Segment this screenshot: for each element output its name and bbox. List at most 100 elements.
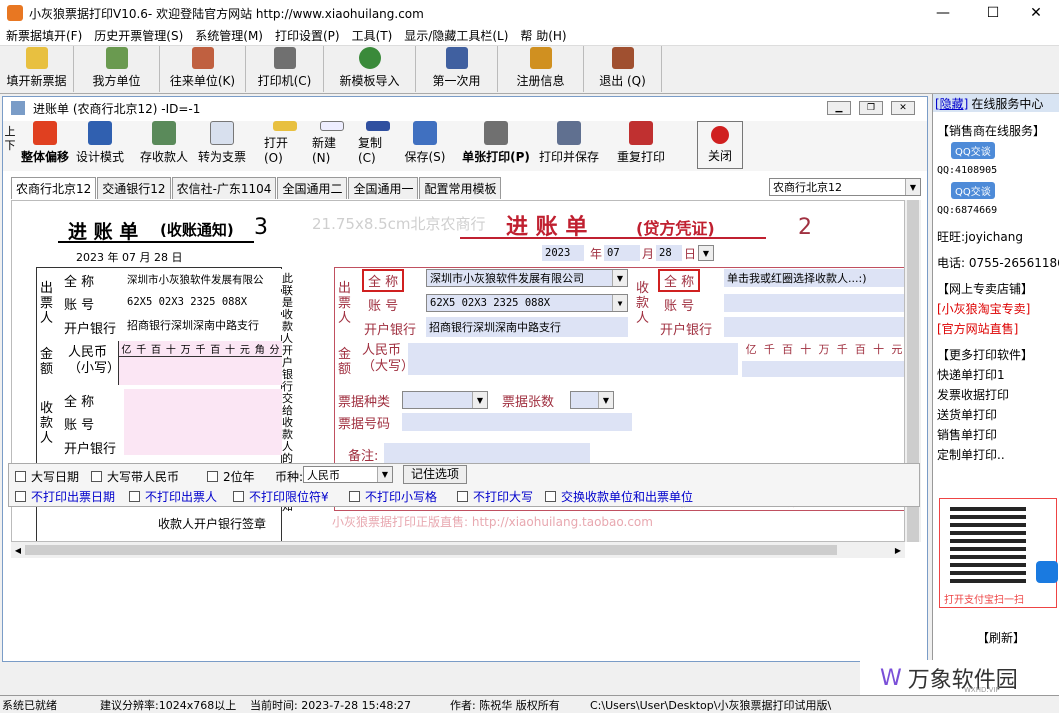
ticket-type-select[interactable]: ▼	[402, 391, 488, 409]
no-print-payer-checkbox[interactable]: 不打印出票人	[129, 488, 217, 505]
close-form-button[interactable]: 关闭	[697, 121, 743, 169]
right-copy-number: 2	[798, 215, 812, 240]
copy-button[interactable]: 复制(C)	[355, 121, 401, 169]
more-link-sales[interactable]: 销售单打印	[933, 424, 1059, 444]
sales-title: 【销售商在线服务】	[937, 123, 1046, 138]
digit-label: 千	[836, 343, 848, 356]
horizontal-scrollbar[interactable]: ◀ ▶	[11, 542, 905, 558]
print-save-button[interactable]: 打印并保存	[535, 121, 603, 169]
doc-close-button[interactable]: ✕	[891, 101, 915, 115]
new-ticket-button[interactable]: 填开新票据	[0, 46, 74, 92]
menu-help[interactable]: 帮 助(H)	[514, 27, 572, 44]
official-site-link[interactable]: [官方网站直售]	[933, 318, 1059, 338]
right-payer-bank-field[interactable]: 招商银行深圳深南中路支行	[426, 317, 628, 337]
reprint-button[interactable]: 重复打印	[609, 121, 673, 169]
right-payer-name-label[interactable]: 全 称	[362, 269, 405, 292]
ticket-count-select[interactable]: ▼	[570, 391, 614, 409]
menu-tools[interactable]: 工具(T)	[346, 27, 399, 44]
left-bank-label: 开户银行	[64, 322, 117, 337]
printer-button[interactable]: 打印机(C)	[246, 46, 324, 92]
right-payer-name-select[interactable]: 深圳市小灰狼软件发展有限公司 ▼	[426, 269, 628, 287]
menu-history[interactable]: 历史开票管理(S)	[88, 27, 189, 44]
no-print-big-checkbox[interactable]: 不打印大写	[457, 488, 533, 505]
right-payer-account-select[interactable]: 62X5 02X3 2325 088X ▼	[426, 294, 628, 312]
register-button[interactable]: 注册信息	[498, 46, 584, 92]
new-button[interactable]: 新建(N)	[309, 121, 355, 169]
save-button[interactable]: 保存(S)	[401, 121, 449, 169]
document-title-bar: 进账单 (农商行北京12) -ID=-1 ▁ ❐ ✕	[3, 97, 927, 119]
wangwang-id: 旺旺:joyichang	[937, 229, 1023, 244]
more-link-delivery[interactable]: 送货单打印	[933, 404, 1059, 424]
offset-button[interactable]: 整体偏移	[17, 121, 73, 169]
big-rmb-checkbox[interactable]: 大写带人民币	[91, 468, 179, 485]
tab-template-6[interactable]: 配置常用模板	[419, 177, 502, 199]
qq-chat-button-2[interactable]: QQ交谈	[933, 180, 1059, 200]
tab-template-2[interactable]: 交通银行12	[97, 177, 171, 199]
hide-sidebar-link[interactable]: [隐藏]	[935, 95, 968, 112]
right-payer-account-label: 账 号	[368, 299, 399, 314]
menu-new[interactable]: 新票据填开(F)	[0, 27, 88, 44]
right-day-field[interactable]: 28	[656, 245, 682, 261]
right-amount-label: 金额	[338, 347, 352, 377]
digit-label: 百	[210, 345, 221, 356]
tab-template-3[interactable]: 农信社-广东1104	[171, 177, 277, 199]
big-date-checkbox[interactable]: 大写日期	[15, 468, 79, 485]
tab-template-1[interactable]: 农商行北京12	[11, 177, 97, 199]
open-button[interactable]: 打开(O)	[261, 121, 309, 169]
two-digit-year-checkbox[interactable]: 2位年	[207, 468, 255, 485]
left-title-underline	[58, 241, 254, 243]
scroll-left-icon[interactable]: ◀	[11, 546, 25, 555]
move-icon	[33, 121, 57, 145]
swap-units-checkbox[interactable]: 交换收款单位和出票单位	[545, 488, 693, 505]
digit-label: 千	[763, 343, 775, 356]
template-select[interactable]: 农商行北京12 ▼	[769, 178, 921, 196]
menu-system[interactable]: 系统管理(M)	[189, 27, 269, 44]
no-print-date-checkbox[interactable]: 不打印出票日期	[15, 488, 115, 505]
partner-unit-button[interactable]: 往来单位(K)	[160, 46, 246, 92]
qq-chat-button-1[interactable]: QQ交谈	[933, 140, 1059, 160]
brand-url: WXHD.VIP	[964, 686, 1000, 694]
our-unit-button[interactable]: 我方单位	[74, 46, 160, 92]
right-amount-big-field[interactable]	[408, 343, 738, 375]
more-link-custom[interactable]: 定制单打印..	[933, 444, 1059, 464]
doc-restore-button[interactable]: ❐	[859, 101, 883, 115]
more-link-invoice[interactable]: 发票收据打印	[933, 384, 1059, 404]
maximize-button[interactable]: ☐	[970, 0, 1016, 26]
right-year-field[interactable]: 2023	[542, 245, 584, 261]
tab-template-4[interactable]: 全国通用二	[277, 177, 348, 199]
digit-label: 十	[165, 345, 176, 356]
more-link-express[interactable]: 快递单打印1	[933, 364, 1059, 384]
remember-options-button[interactable]: 记住选项	[403, 465, 467, 484]
right-payee-name-label[interactable]: 全 称	[658, 269, 701, 292]
tab-template-5[interactable]: 全国通用一	[348, 177, 419, 199]
date-picker-button[interactable]: ▼	[698, 245, 714, 261]
right-payee-bank-field[interactable]	[724, 317, 904, 337]
left-payee-bank-label: 开户银行	[64, 442, 117, 457]
close-button[interactable]: ✕	[1013, 0, 1059, 26]
exit-button[interactable]: 退出 (Q)	[584, 46, 662, 92]
no-print-limit-checkbox[interactable]: 不打印限位符¥	[233, 488, 329, 505]
scroll-updown[interactable]: 上 下	[3, 121, 17, 171]
right-payee-name-field[interactable]: 单击我或红圈选择收款人...:)	[724, 269, 904, 287]
right-payee-account-field[interactable]	[724, 294, 904, 312]
design-mode-button[interactable]: 设计模式	[73, 121, 127, 169]
right-amount-small-field[interactable]	[742, 361, 904, 377]
refresh-link[interactable]: 【刷新】	[977, 629, 1025, 646]
taobao-link[interactable]: [小灰狼淘宝专卖]	[933, 298, 1059, 318]
first-use-button[interactable]: 第一次用	[416, 46, 498, 92]
save-payee-button[interactable]: 存收款人	[135, 121, 193, 169]
no-print-small-checkbox[interactable]: 不打印小写格	[349, 488, 437, 505]
menu-print-settings[interactable]: 打印设置(P)	[269, 27, 346, 44]
minimize-button[interactable]: —	[920, 0, 966, 26]
scroll-right-icon[interactable]: ▶	[891, 546, 905, 555]
size-watermark: 21.75x8.5cm北京农商行	[312, 215, 486, 233]
currency-select[interactable]: 人民币 ▼	[303, 466, 393, 483]
remark-label: 备注:	[348, 449, 379, 464]
right-month-field[interactable]: 07	[604, 245, 640, 261]
single-print-button[interactable]: 单张打印(P)	[457, 121, 535, 169]
doc-minimize-button[interactable]: ▁	[827, 101, 851, 115]
menu-toolbar-toggle[interactable]: 显示/隐藏工具栏(L)	[398, 27, 514, 44]
to-check-button[interactable]: 转为支票	[193, 121, 251, 169]
ticket-no-field[interactable]	[402, 413, 632, 431]
import-template-button[interactable]: 新模板导入	[324, 46, 416, 92]
